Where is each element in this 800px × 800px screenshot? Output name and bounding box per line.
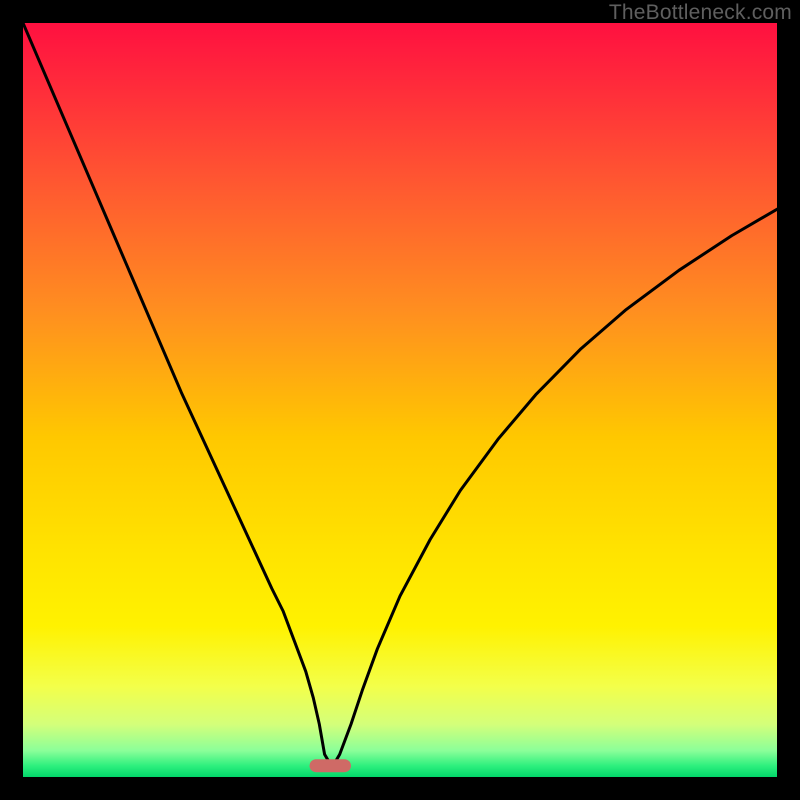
watermark-text: TheBottleneck.com	[609, 1, 792, 25]
chart-frame: TheBottleneck.com	[0, 0, 800, 800]
gradient-background	[23, 23, 777, 777]
plot-area	[23, 23, 777, 777]
chart-svg	[23, 23, 777, 777]
optimal-range-marker	[310, 759, 351, 772]
